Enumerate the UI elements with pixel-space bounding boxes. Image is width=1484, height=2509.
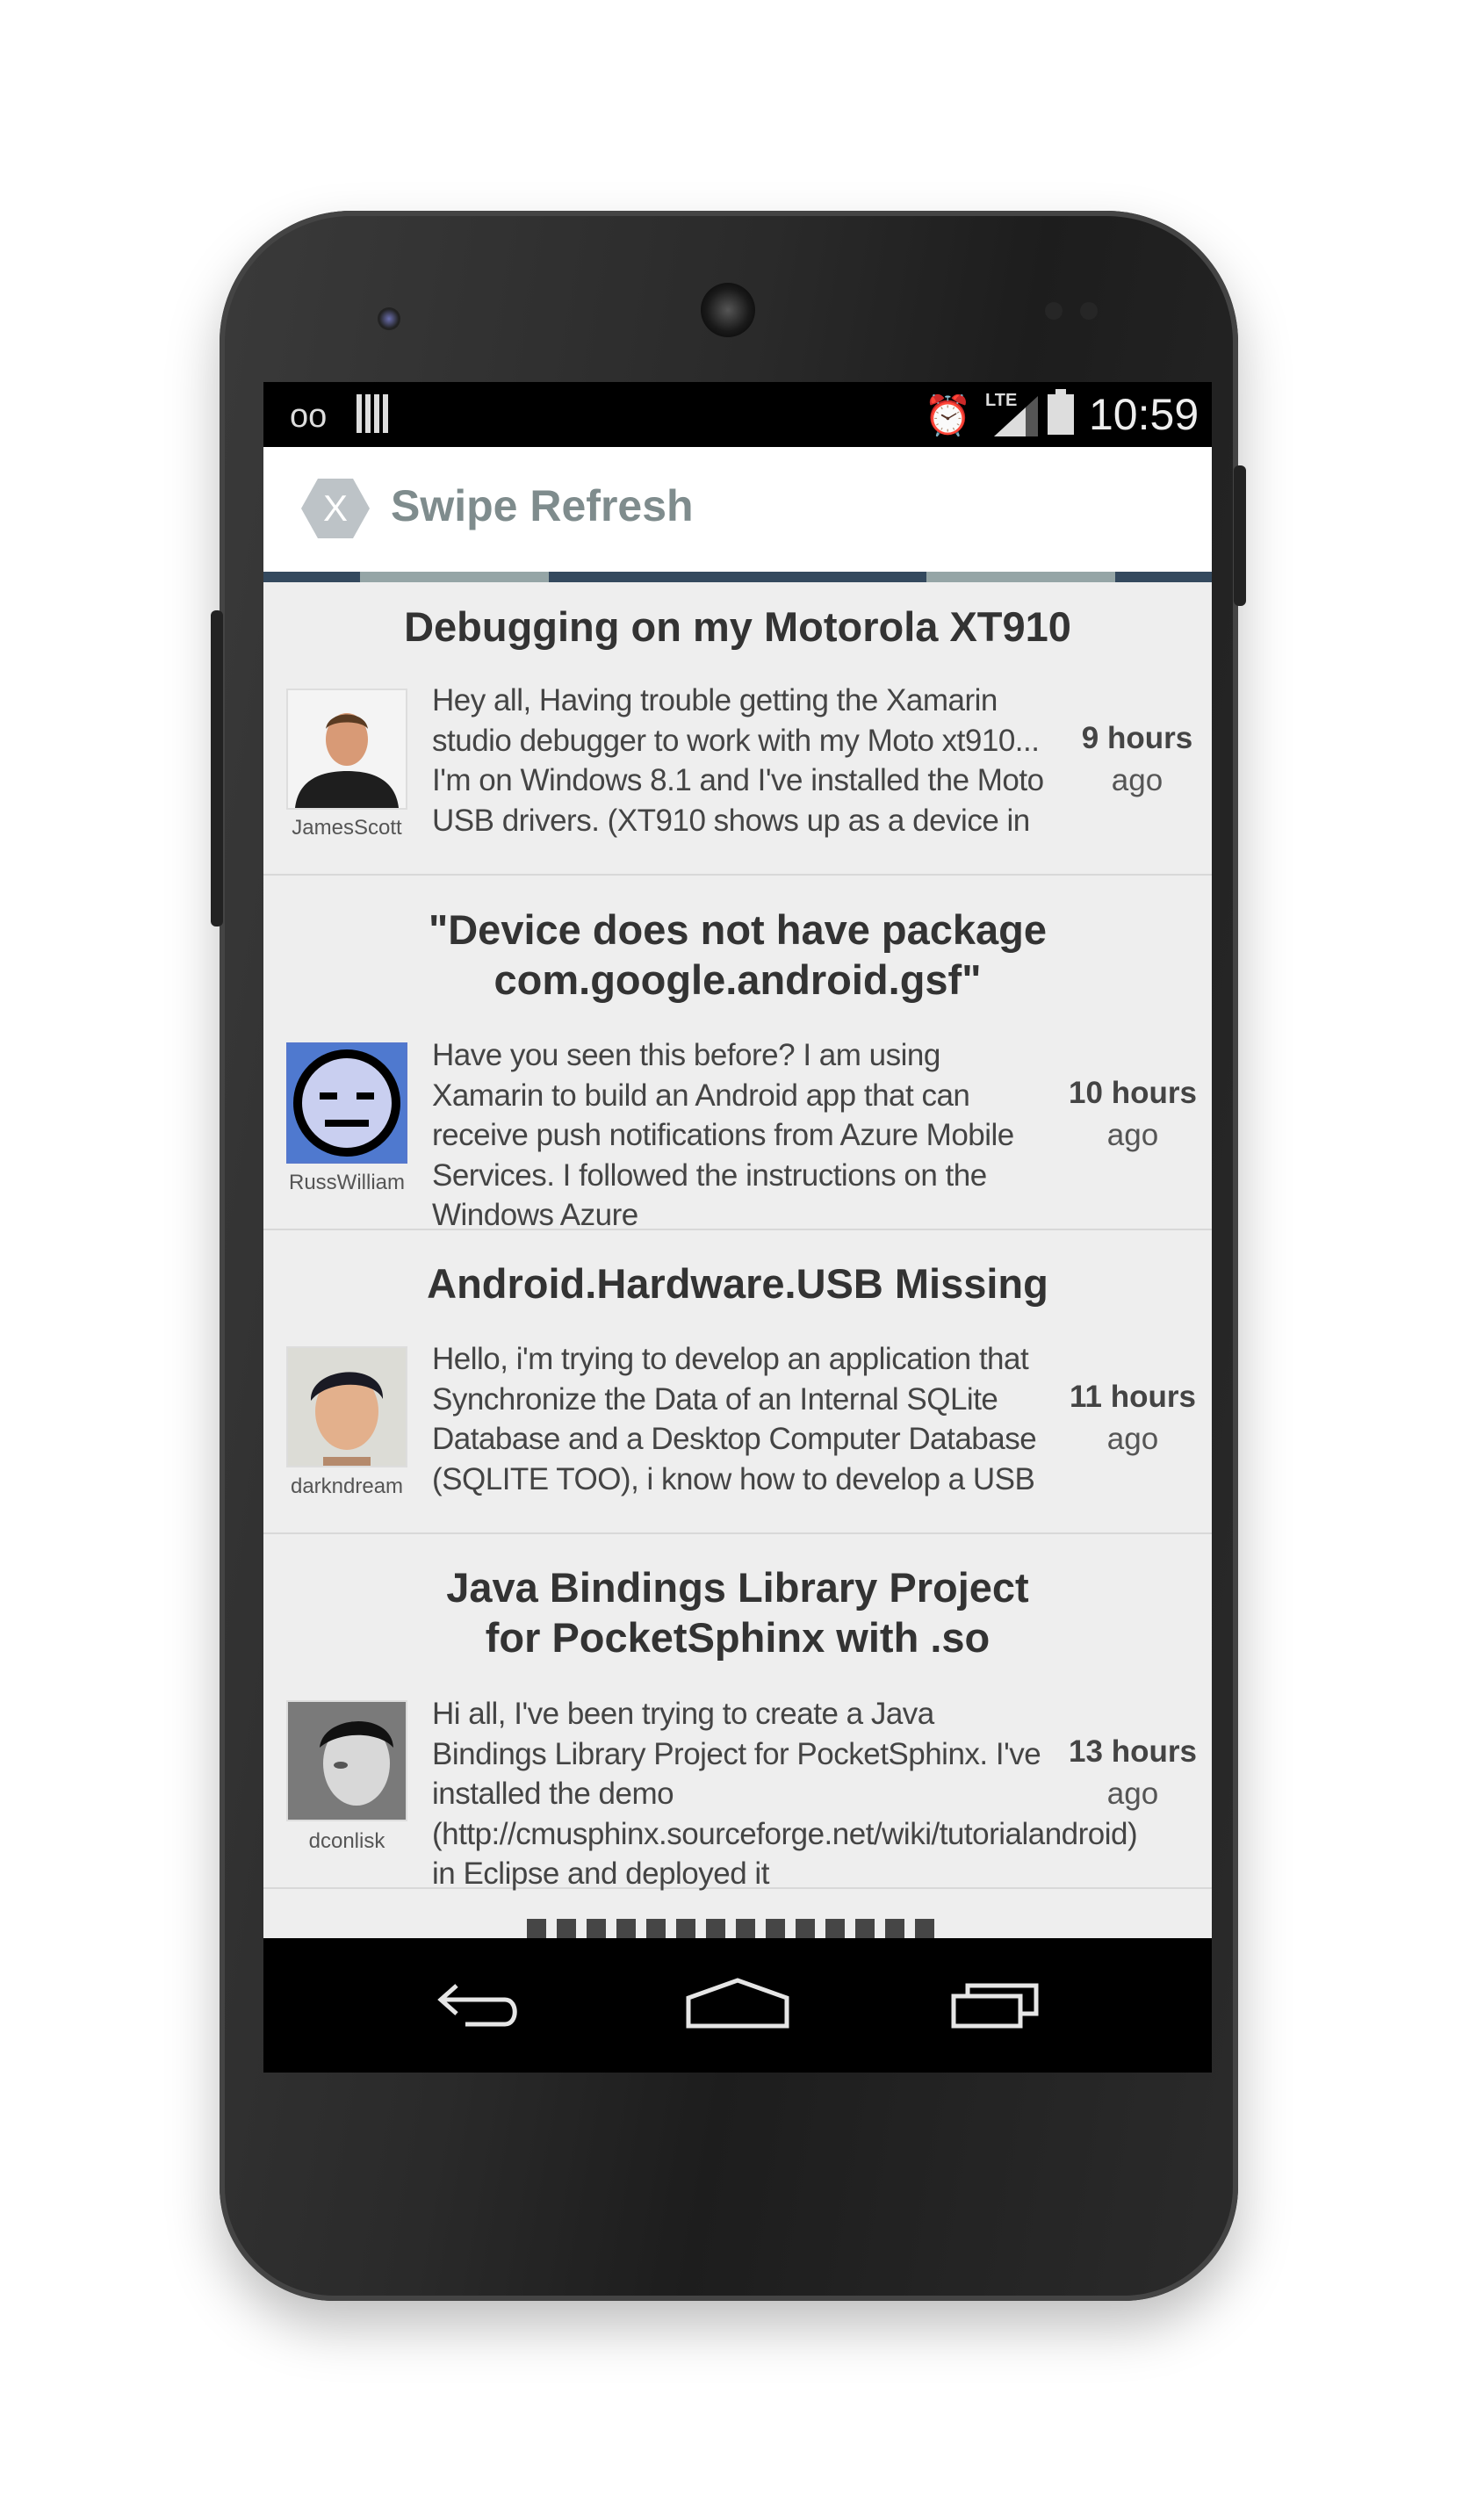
post-list[interactable]: Debugging on my Motorola XT910 JamesScot… <box>263 582 1212 1938</box>
screen: ᴏᴏ ⏰ LTE 10:59 X Swipe Refresh Debugging… <box>263 382 1212 2073</box>
home-icon[interactable] <box>683 1973 792 2035</box>
status-time: 10:59 <box>1089 390 1199 439</box>
author-name: JamesScott <box>292 816 402 840</box>
list-item[interactable]: "Device does not have package com.google… <box>263 876 1212 1232</box>
author-name: dconlisk <box>308 1829 385 1853</box>
page-title: Swipe Refresh <box>391 481 694 530</box>
post-time-suffix: ago <box>1111 763 1163 797</box>
post-time-value: 11 hours <box>1070 1380 1196 1414</box>
post-time-suffix: ago <box>1106 1118 1159 1152</box>
post-time-value: 10 hours <box>1069 1076 1197 1110</box>
recent-apps-icon[interactable] <box>948 1973 1054 2035</box>
refresh-progress-bar <box>263 572 1212 582</box>
signal-strength-icon <box>994 396 1038 436</box>
power-button[interactable] <box>1234 465 1246 606</box>
post-title: "Device does not have package com.google… <box>428 906 1048 1003</box>
avatar <box>286 1042 407 1164</box>
status-bar: ᴏᴏ ⏰ LTE 10:59 <box>263 382 1212 447</box>
back-icon[interactable] <box>430 1973 527 2035</box>
action-bar: X Swipe Refresh <box>263 447 1212 572</box>
xamarin-logo-icon[interactable]: X <box>300 477 371 540</box>
post-excerpt: Hello, i'm trying to develop an applicat… <box>432 1342 1037 1496</box>
volume-rocker[interactable] <box>211 610 223 926</box>
list-item[interactable]: Debugging on my Motorola XT910 JamesScot… <box>263 582 1212 876</box>
avatar <box>286 689 407 810</box>
post-title: Java Bindings Library Project for Pocket… <box>446 1564 1029 1661</box>
avatar <box>286 1346 407 1467</box>
front-camera <box>378 307 400 330</box>
progress-segment <box>360 572 549 582</box>
alarm-icon: ⏰ <box>924 394 972 437</box>
list-item[interactable]: Java Bindings Library Project for Pocket… <box>263 1534 1212 1891</box>
list-item-partial[interactable] <box>263 1889 1212 1938</box>
post-time-suffix: ago <box>1106 1777 1159 1811</box>
post-excerpt: Have you seen this before? I am using Xa… <box>432 1038 1014 1232</box>
post-time-value: 13 hours <box>1069 1734 1197 1769</box>
proximity-sensor <box>1045 302 1063 320</box>
list-item[interactable]: Android.Hardware.USB Missing darkndream … <box>263 1230 1212 1534</box>
progress-segment <box>926 572 1115 582</box>
post-time-suffix: ago <box>1106 1422 1159 1456</box>
navigation-bar <box>263 1938 1212 2073</box>
voicemail-icon: ᴏᴏ <box>290 398 328 435</box>
post-excerpt: Hey all, Having trouble getting the Xama… <box>432 683 1044 838</box>
avatar <box>286 1700 407 1821</box>
partial-title-fragment <box>527 1919 940 1938</box>
logo-letter: X <box>323 487 348 529</box>
author-name: darkndream <box>290 1474 404 1498</box>
post-title: Debugging on my Motorola XT910 <box>404 603 1071 650</box>
post-time-value: 9 hours <box>1081 721 1193 755</box>
battery-charging-icon <box>1048 389 1074 435</box>
post-title: Android.Hardware.USB Missing <box>427 1260 1048 1307</box>
sd-card-icon <box>357 394 388 433</box>
earpiece-speaker <box>701 283 755 337</box>
light-sensor <box>1080 302 1098 320</box>
post-excerpt: Hi all, I've been trying to create a Jav… <box>432 1697 1138 1891</box>
author-name: RussWilliam <box>289 1171 405 1194</box>
